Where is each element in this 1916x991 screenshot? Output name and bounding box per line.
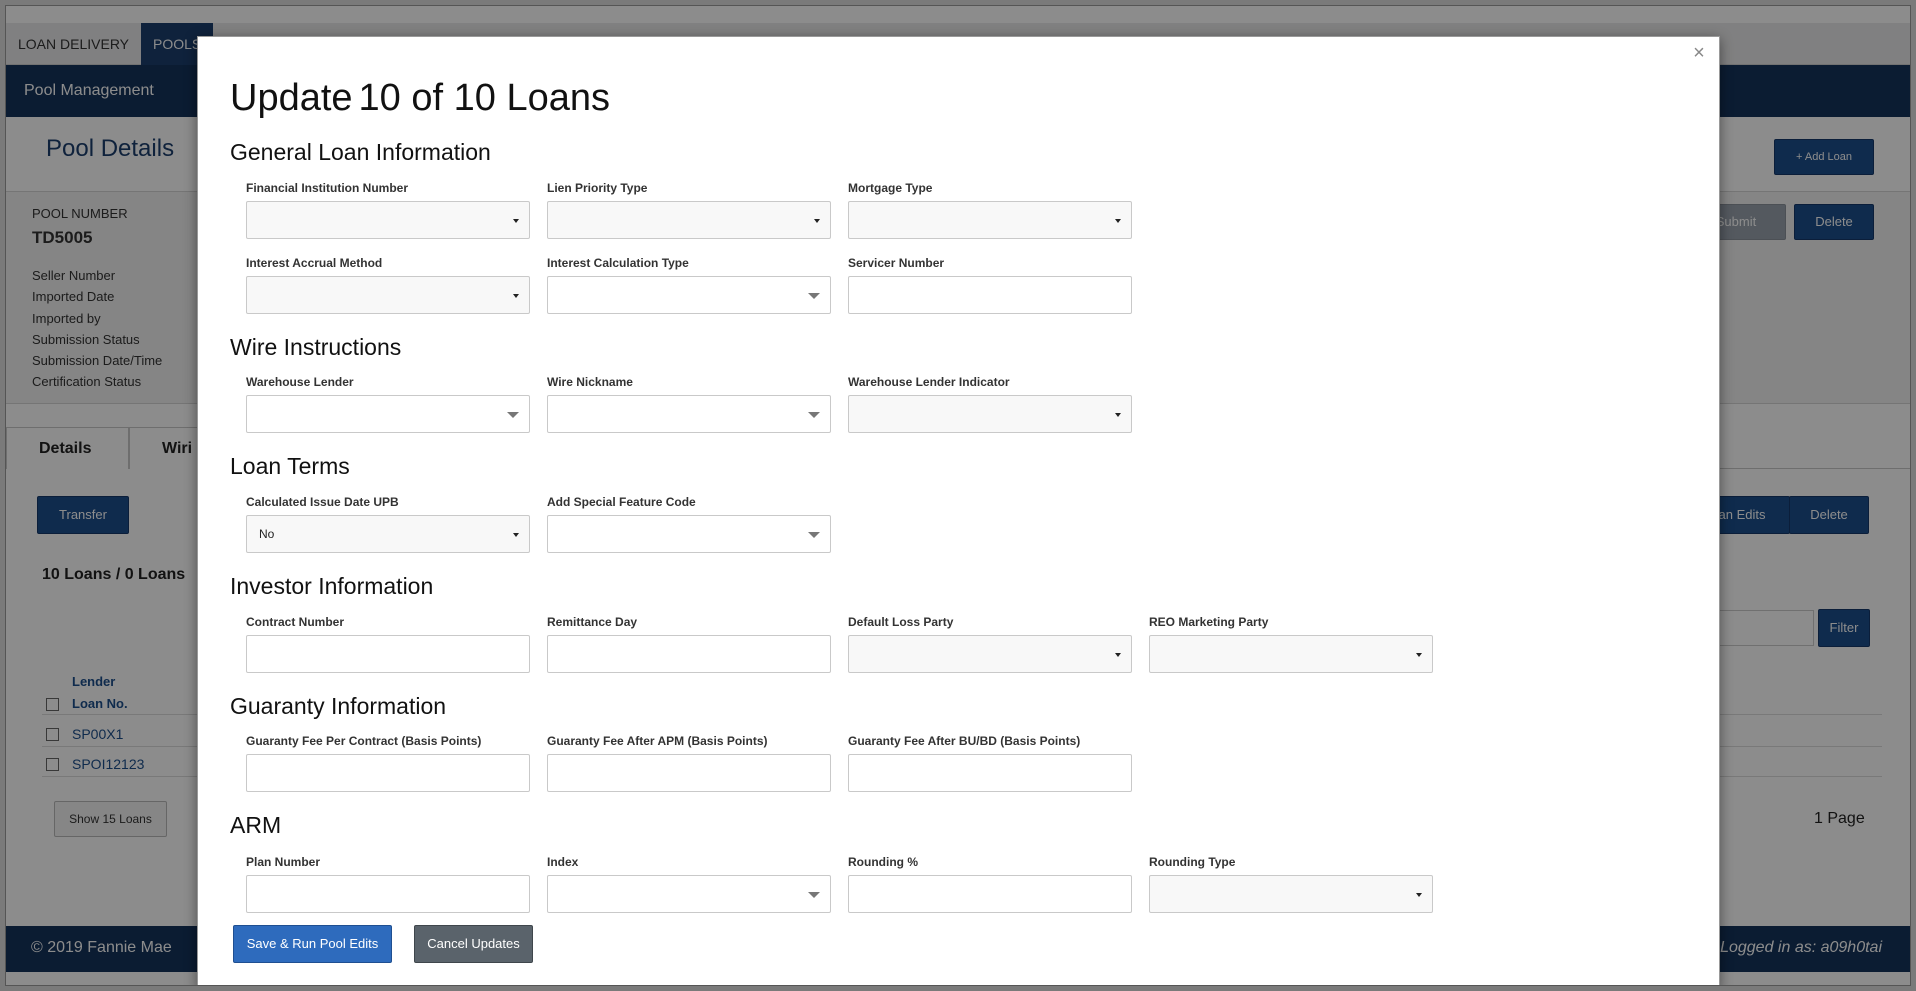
caret-down-icon [1115,653,1121,657]
field-guaranty-fee-after-apm: Guaranty Fee After APM (Basis Points) [547,734,831,792]
caret-down-icon [513,533,519,537]
calculated-issue-date-upb-select[interactable]: No [246,515,530,553]
remittance-day-input[interactable] [547,635,831,673]
field-financial-institution-number: Financial Institution Number [246,181,530,239]
field-interest-calculation-type: Interest Calculation Type [547,256,831,314]
financial-institution-number-select[interactable] [246,201,530,239]
save-run-pool-edits-button[interactable]: Save & Run Pool Edits [233,925,392,963]
caret-down-icon [1416,893,1422,897]
caret-down-icon [1115,219,1121,223]
guaranty-fee-after-bubd-input[interactable] [848,754,1132,792]
field-guaranty-fee-per-contract: Guaranty Fee Per Contract (Basis Points) [246,734,530,792]
section-loan-terms: Loan Terms [230,453,350,479]
selected-value: No [259,527,275,541]
interest-accrual-method-select[interactable] [246,276,530,314]
field-wire-nickname: Wire Nickname [547,375,831,433]
update-loans-modal: × Update 10 of 10 Loans General Loan Info… [197,36,1720,985]
section-wire-instructions: Wire Instructions [230,334,402,360]
caret-down-icon [808,892,820,898]
caret-down-icon [814,219,820,223]
caret-down-icon [507,412,519,418]
field-warehouse-lender-indicator: Warehouse Lender Indicator [848,375,1132,433]
lien-priority-type-select[interactable] [547,201,831,239]
modal-title: Update 10 of 10 Loans [230,77,610,119]
caret-down-icon [1115,413,1121,417]
caret-down-icon [808,532,820,538]
default-loss-party-select[interactable] [848,635,1132,673]
caret-down-icon [513,219,519,223]
rounding-percent-input[interactable] [848,875,1132,913]
reo-marketing-party-select[interactable] [1149,635,1433,673]
wire-nickname-select[interactable] [547,395,831,433]
guaranty-fee-after-apm-input[interactable] [547,754,831,792]
field-rounding-percent: Rounding % [848,855,1132,913]
caret-down-icon [513,294,519,298]
warehouse-lender-indicator-select[interactable] [848,395,1132,433]
section-guaranty-information: Guaranty Information [230,693,447,719]
cancel-updates-button[interactable]: Cancel Updates [414,925,533,963]
field-lien-priority-type: Lien Priority Type [547,181,831,239]
field-default-loss-party: Default Loss Party [848,615,1132,673]
warehouse-lender-select[interactable] [246,395,530,433]
app-window: LOAN DELIVERY POOLS Pool Management Pool… [5,5,1911,986]
interest-calculation-type-select[interactable] [547,276,831,314]
field-remittance-day: Remittance Day [547,615,831,673]
plan-number-input[interactable] [246,875,530,913]
field-interest-accrual-method: Interest Accrual Method [246,256,530,314]
field-plan-number: Plan Number [246,855,530,913]
guaranty-fee-per-contract-input[interactable] [246,754,530,792]
section-arm: ARM [230,812,282,838]
field-guaranty-fee-after-bubd: Guaranty Fee After BU/BD (Basis Points) [848,734,1132,792]
field-add-special-feature-code: Add Special Feature Code [547,495,831,553]
mortgage-type-select[interactable] [848,201,1132,239]
section-investor-information: Investor Information [230,573,434,599]
field-mortgage-type: Mortgage Type [848,181,1132,239]
field-servicer-number: Servicer Number [848,256,1132,314]
field-contract-number: Contract Number [246,615,530,673]
field-rounding-type: Rounding Type [1149,855,1433,913]
rounding-type-select[interactable] [1149,875,1433,913]
special-feature-code-select[interactable] [547,515,831,553]
caret-down-icon [808,293,820,299]
caret-down-icon [808,412,820,418]
field-calculated-issue-date-upb: Calculated Issue Date UPB No [246,495,530,553]
field-warehouse-lender: Warehouse Lender [246,375,530,433]
close-icon[interactable]: × [1689,41,1709,65]
section-general-loan-information: General Loan Information [230,139,491,165]
contract-number-input[interactable] [246,635,530,673]
caret-down-icon [1416,653,1422,657]
field-index: Index [547,855,831,913]
servicer-number-input[interactable] [848,276,1132,314]
field-reo-marketing-party: REO Marketing Party [1149,615,1433,673]
index-select[interactable] [547,875,831,913]
